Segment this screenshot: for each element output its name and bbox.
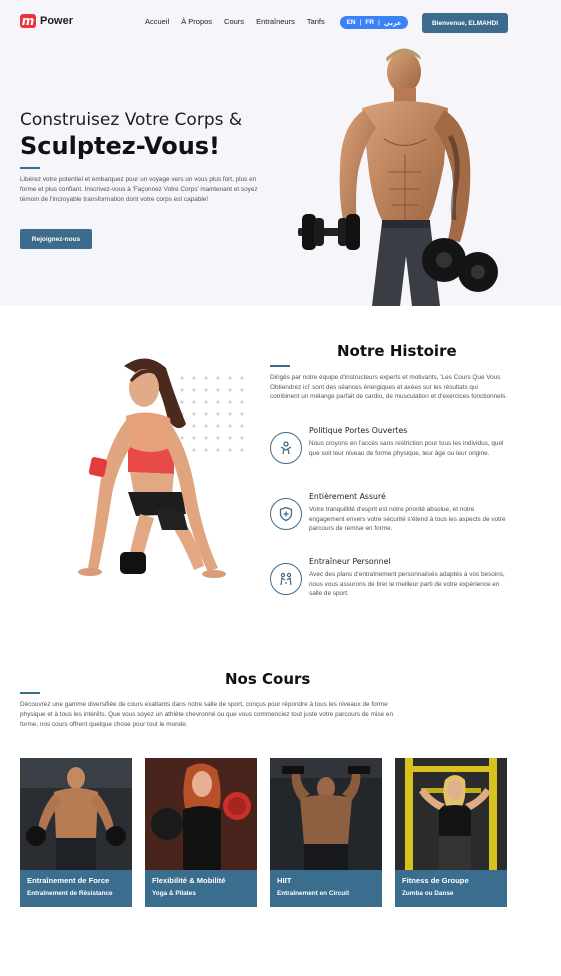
people-icon: [270, 432, 302, 464]
nav-link-accueil[interactable]: Accueil: [145, 17, 169, 26]
history-intro: Dirigés par notre équipe d'instructeurs …: [270, 374, 508, 401]
hero-accent-line: [20, 167, 40, 169]
brand-logo[interactable]: m Power: [20, 14, 73, 28]
hero-title-line2: Sculptez-Vous!: [20, 132, 221, 160]
feature-insured: Entièrement Assuré Votre tranquillité d'…: [270, 492, 508, 548]
course-card-group-fitness[interactable]: Fitness de Groupe Zumba ou Danse: [395, 758, 507, 907]
lang-fr[interactable]: FR: [365, 19, 374, 26]
course-image-boxing: [145, 758, 257, 870]
course-title: Fitness de Groupe: [402, 876, 469, 885]
hero-title-line1: Construisez Votre Corps &: [20, 110, 243, 130]
course-card-flexibility[interactable]: Flexibilité & Mobilité Yoga & Pilates: [145, 758, 257, 907]
feature-text: Votre tranquillité d'esprit est notre pr…: [309, 506, 506, 533]
lang-ar[interactable]: عربي: [384, 19, 402, 27]
logo-mark-icon: m: [20, 14, 36, 28]
feature-personal-trainer: Entraîneur Personnel Avec des plans d'en…: [270, 557, 508, 613]
course-card-hiit[interactable]: HIIT Entraînement en Circuit: [270, 758, 382, 907]
nav-links: Accueil À Propos Cours Entraîneurs Tarif…: [145, 17, 337, 26]
join-button[interactable]: Rejoignez-nous: [20, 229, 92, 249]
course-image-strength: [20, 758, 132, 870]
feature-title: Entièrement Assuré: [309, 492, 386, 501]
trainer-icon: [270, 563, 302, 595]
hero-description: Libérez votre potentiel et embarquez pou…: [20, 176, 258, 203]
nav-link-tarifs[interactable]: Tarifs: [307, 17, 325, 26]
course-subtitle: Yoga & Pilates: [152, 890, 196, 897]
feature-open-door: Politique Portes Ouvertes Nous croyons e…: [270, 426, 508, 482]
welcome-user-button[interactable]: Bienvenue, ELMAHDI: [422, 13, 508, 33]
course-subtitle: Entraînement en Circuit: [277, 890, 350, 897]
bodybuilder-dumbbells-image: [298, 48, 498, 306]
top-navbar: m Power Accueil À Propos Cours Entraîneu…: [0, 0, 561, 44]
brand-name: Power: [40, 15, 74, 27]
language-switcher: EN | FR | عربي: [340, 16, 408, 29]
lang-separator: |: [378, 19, 380, 26]
courses-description: Découvrez une gamme diversifiée de cours…: [20, 701, 393, 728]
course-subtitle: Zumba ou Danse: [402, 890, 454, 897]
course-image-hiit: [270, 758, 382, 870]
course-card-strength[interactable]: Entraînement de Force Entraînement de Ré…: [20, 758, 132, 907]
history-accent-line: [270, 365, 290, 367]
course-title: Entraînement de Force: [27, 876, 110, 885]
lang-en[interactable]: EN: [347, 19, 356, 26]
history-title: Notre Histoire: [337, 342, 457, 360]
hero-section: Construisez Votre Corps & Sculptez-Vous!…: [0, 44, 561, 306]
lang-separator: |: [359, 19, 362, 26]
courses-accent-line: [20, 692, 40, 694]
nav-link-a-propos[interactable]: À Propos: [181, 17, 212, 26]
feature-title: Entraîneur Personnel: [309, 557, 391, 566]
course-title: Flexibilité & Mobilité: [152, 876, 226, 885]
course-subtitle: Entraînement de Résistance: [27, 890, 113, 897]
course-image-group-fitness: [395, 758, 507, 870]
courses-title: Nos Cours: [225, 670, 311, 688]
feature-text: Nous croyons en l'accès sans restriction…: [309, 440, 504, 457]
feature-title: Politique Portes Ouvertes: [309, 426, 408, 435]
woman-sprint-start-image: [78, 358, 226, 578]
nav-link-entraineurs[interactable]: Entraîneurs: [256, 17, 295, 26]
course-title: HIIT: [277, 876, 292, 885]
shield-plus-icon: [270, 498, 302, 530]
nav-link-cours[interactable]: Cours: [224, 17, 244, 26]
feature-text: Avec des plans d'entraînement personnali…: [309, 571, 505, 598]
